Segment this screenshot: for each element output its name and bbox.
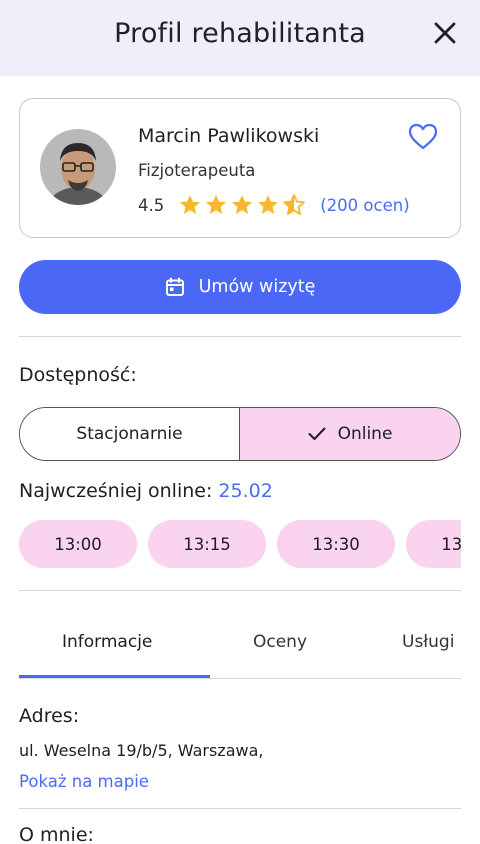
show-on-map-link[interactable]: Pokaż na mapie [19, 772, 149, 791]
profile-role: Fizjoterapeuta [138, 161, 256, 180]
star-icon [206, 195, 227, 214]
rating-row: 4.5 (200 ocen) [138, 193, 410, 217]
check-icon [308, 427, 326, 440]
option-online[interactable]: Online [240, 408, 460, 460]
star-icon [180, 195, 201, 214]
profile-name: Marcin Pawlikowski [138, 125, 320, 147]
availability-title: Dostępność: [19, 364, 137, 386]
earliest-label: Najwcześniej online: [19, 480, 213, 502]
divider [19, 336, 461, 337]
page-title: Profil rehabilitanta [114, 18, 366, 49]
visit-type-toggle: Stacjonarnie Online [19, 407, 461, 461]
option-stacjonarnie[interactable]: Stacjonarnie [20, 408, 240, 460]
time-slot[interactable]: 13:45 [406, 520, 461, 568]
option-label: Stacjonarnie [76, 424, 183, 444]
header: Profil rehabilitanta [0, 0, 480, 76]
option-label: Online [337, 424, 393, 444]
divider [19, 590, 461, 591]
divider [19, 808, 461, 809]
tabs-divider [19, 678, 461, 679]
time-slots: 13:00 13:15 13:30 13:45 [19, 520, 461, 570]
about-title: O mnie: [19, 824, 94, 844]
star-icon [258, 195, 279, 214]
time-slot[interactable]: 13:30 [277, 520, 395, 568]
book-visit-label: Umów wizytę [198, 277, 316, 297]
calendar-icon [165, 277, 184, 296]
rating-value: 4.5 [138, 195, 165, 215]
reviews-link[interactable]: (200 ocen) [320, 196, 409, 215]
heart-outline-icon[interactable] [408, 123, 438, 151]
earliest-date[interactable]: 25.02 [218, 480, 272, 502]
star-icon [232, 195, 253, 214]
tab-uslugi[interactable]: Usługi [402, 632, 454, 652]
tab-informacje[interactable]: Informacje [62, 632, 152, 652]
time-slot[interactable]: 13:00 [19, 520, 137, 568]
tab-oceny[interactable]: Oceny [253, 632, 307, 652]
avatar [40, 129, 116, 205]
close-icon[interactable] [432, 20, 458, 46]
book-visit-button[interactable]: Umów wizytę [19, 260, 461, 314]
rating-stars [178, 193, 306, 217]
earliest-availability: Najwcześniej online: 25.02 [19, 480, 273, 502]
star-half-icon [283, 194, 306, 215]
time-slot[interactable]: 13:15 [148, 520, 266, 568]
address-title: Adres: [19, 705, 80, 727]
address-text: ul. Weselna 19/b/5, Warszawa, [19, 741, 264, 760]
profile-card: Marcin Pawlikowski Fizjoterapeuta 4.5 (2… [19, 98, 461, 238]
